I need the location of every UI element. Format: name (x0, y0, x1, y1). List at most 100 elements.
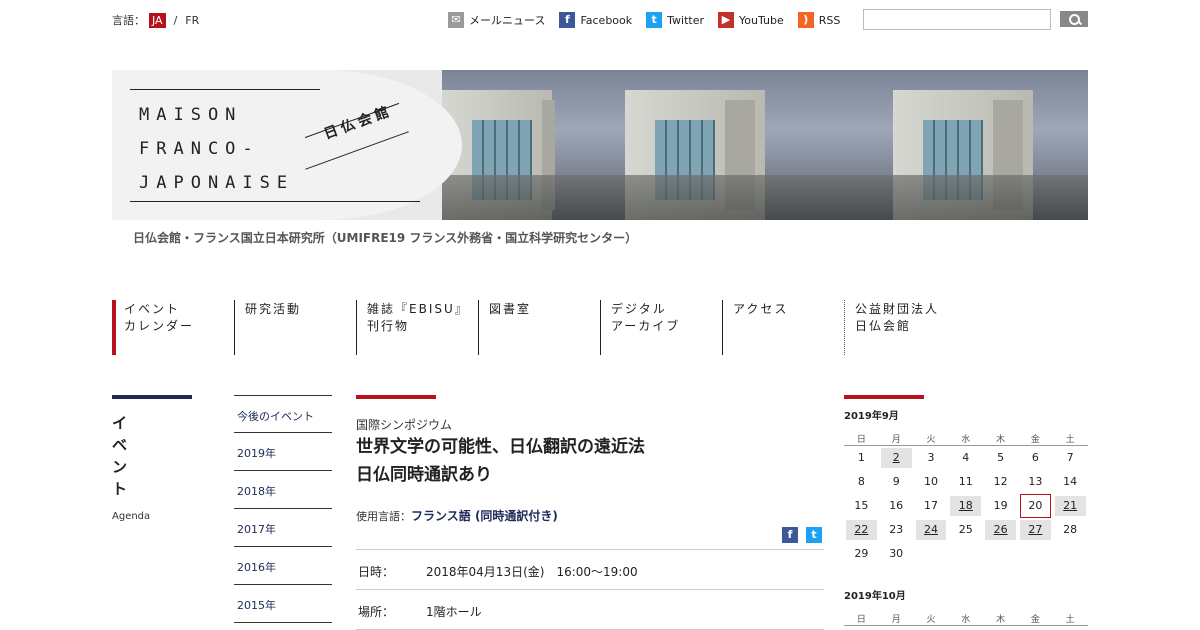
calendar-week: 1 2 3 4 5 6 7 (844, 446, 1088, 470)
calendar-day: 28 (1063, 523, 1078, 536)
calendar-day-event[interactable]: 22 (846, 520, 877, 540)
calendar-month-title: 2019年9月 (844, 411, 899, 422)
calendar-day-event[interactable]: 24 (915, 520, 947, 540)
logo-line-3: JAPONAISE (139, 173, 295, 193)
rss-label: RSS (818, 13, 841, 27)
year-item-upcoming[interactable]: 今後のイベント (234, 395, 332, 433)
logo[interactable]: MAISON FRANCO- JAPONAISE 日仏会館 (112, 70, 462, 220)
facebook-link[interactable]: f Facebook (559, 12, 632, 28)
building-photo-3 (823, 70, 1088, 220)
event-title-line-1: 世界文学の可能性、日仏翻訳の遠近法 (356, 437, 645, 457)
calendar-day: 16 (889, 499, 904, 512)
year-item-2019[interactable]: 2019年 (234, 433, 332, 471)
mail-news-label: メールニュース (469, 14, 546, 27)
share-twitter-icon[interactable]: t (806, 527, 822, 543)
event-place-label: 場所： (358, 605, 395, 619)
nav-label: 雑誌『EBISU』 (367, 302, 469, 316)
calendar-september: 日月火水木金土 1 2 3 4 5 6 7 8 9 10 11 12 13 14 15 16 17 18 19 20 21… (844, 432, 1088, 566)
event-place-value: 1階ホール (426, 605, 482, 619)
calendar-day (1018, 544, 1053, 564)
language-separator: / (173, 13, 178, 27)
calendar-day: 6 (1031, 451, 1039, 464)
social-links: ✉ メールニュース f Facebook t Twitter ▶ YouTube… (448, 12, 840, 28)
calendar-day (914, 544, 949, 564)
twitter-label: Twitter (667, 13, 705, 27)
calendar-day: 9 (892, 475, 900, 488)
calendar-weekday: 土 (1065, 615, 1075, 625)
calendar-week: 15 16 17 18 19 20 21 (844, 494, 1088, 518)
calendar-day: 23 (889, 523, 904, 536)
youtube-label: YouTube (739, 13, 784, 27)
nav-label: デジタル (611, 302, 667, 316)
calendar-weekday: 土 (1065, 435, 1075, 445)
logo-japanese: 日仏会館 (321, 103, 395, 143)
year-item-2016[interactable]: 2016年 (234, 547, 332, 585)
calendar-weekday: 水 (961, 615, 971, 625)
youtube-link[interactable]: ▶ YouTube (718, 12, 784, 28)
building-photo-2 (555, 70, 823, 220)
nav-access[interactable]: アクセス (722, 300, 844, 355)
nav-research[interactable]: 研究活動 (234, 300, 356, 355)
calendar-day: 19 (993, 499, 1008, 512)
calendar-day: 3 (927, 451, 935, 464)
twitter-link[interactable]: t Twitter (646, 12, 704, 28)
calendar-day-event[interactable]: 18 (950, 496, 982, 516)
year-item-2018[interactable]: 2018年 (234, 471, 332, 509)
calendar-day: 13 (1028, 475, 1043, 488)
nav-label: 公益財団法人 (855, 302, 940, 316)
event-language-label: 使用言語： (356, 510, 411, 523)
calendar-day: 30 (889, 547, 904, 560)
event-category: 国際シンポジウム (356, 418, 453, 432)
nav-foundation[interactable]: 公益財団法人 日仏会館 (844, 300, 966, 355)
facebook-label: Facebook (580, 13, 633, 27)
calendar-day-event[interactable]: 26 (985, 520, 1016, 540)
calendar-day: 8 (857, 475, 865, 488)
calendar-weekday: 月 (891, 435, 901, 445)
logo-line-2: FRANCO- (139, 139, 260, 159)
language-ja-link[interactable]: JA (149, 12, 166, 28)
year-list: 今後のイベント 2019年 2018年 2017年 2016年 2015年 (234, 395, 332, 623)
facebook-icon: f (559, 12, 576, 28)
calendar-day-event[interactable]: 21 (1054, 496, 1086, 516)
search-input[interactable] (863, 9, 1051, 30)
nav-ebisu[interactable]: 雑誌『EBISU』 刊行物 (356, 300, 478, 355)
calendar-weekday: 木 (996, 435, 1006, 445)
calendar-day (983, 544, 1018, 564)
event-title-line-2: 日仏同時通訳あり (356, 465, 492, 485)
calendar-week: 29 30 (844, 542, 1088, 566)
calendar-day: 10 (923, 475, 938, 488)
calendar-weekday: 火 (926, 435, 936, 445)
calendar-day: 7 (1066, 451, 1074, 464)
share-facebook-icon[interactable]: f (782, 527, 798, 543)
event-language: 使用言語：フランス語 (同時通訳付き) (356, 507, 558, 524)
logo-line-1: MAISON (139, 105, 243, 125)
nav-event-calendar[interactable]: イベント カレンダー (112, 300, 234, 355)
calendar-weekday: 火 (926, 615, 936, 625)
event-place-row: 場所： 1階ホール (356, 589, 824, 630)
event-date-label: 日時： (358, 565, 395, 579)
nav-library[interactable]: 図書室 (478, 300, 600, 355)
event-date-row: 日時： 2018年04月13日(金) 16:00〜19:00 (356, 549, 824, 589)
rss-link[interactable]: ) RSS (797, 12, 841, 28)
calendar-weekday: 月 (891, 615, 901, 625)
calendar-day: 11 (958, 475, 973, 488)
calendar-october: 日月火水木金土 (844, 612, 1088, 626)
calendar-accent-bar (844, 395, 924, 399)
header-banner[interactable]: MAISON FRANCO- JAPONAISE 日仏会館 (112, 70, 1088, 220)
nav-label: イベント (124, 302, 181, 316)
language-label: 言語： (112, 14, 145, 27)
nav-label: 図書室 (489, 302, 532, 316)
calendar-day: 29 (854, 547, 869, 560)
search-button[interactable] (1060, 11, 1088, 27)
year-item-2017[interactable]: 2017年 (234, 509, 332, 547)
nav-digital-archive[interactable]: デジタル アーカイブ (600, 300, 722, 355)
content-accent-bar (356, 395, 436, 399)
mail-news-link[interactable]: ✉ メールニュース (448, 12, 545, 28)
calendar-day-event[interactable]: 2 (880, 448, 912, 468)
year-item-2015[interactable]: 2015年 (234, 585, 332, 623)
calendar-week: 8 9 10 11 12 13 14 (844, 470, 1088, 494)
calendar-day-event[interactable]: 27 (1019, 520, 1051, 540)
language-fr-link[interactable]: FR (185, 14, 199, 27)
language-switcher: 言語： JA / FR (112, 12, 199, 28)
calendar-day: 5 (997, 451, 1005, 464)
